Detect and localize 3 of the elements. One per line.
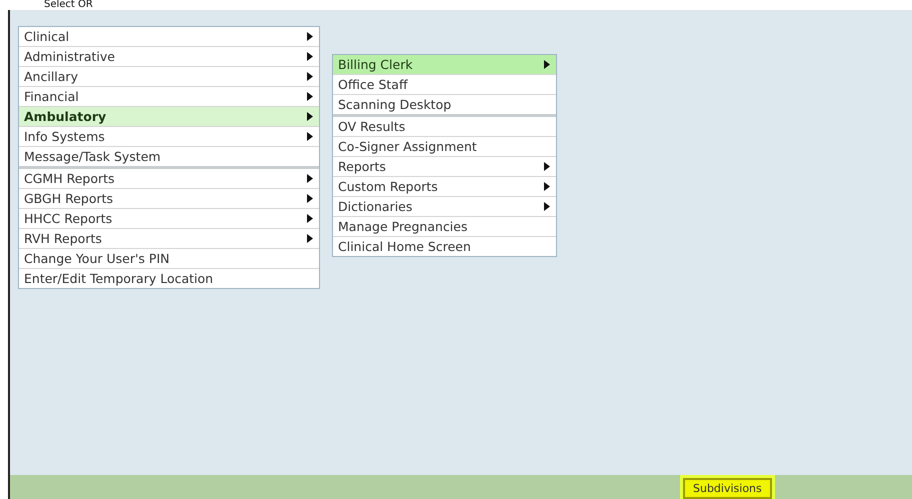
subdivisions-button[interactable]: Subdivisions xyxy=(683,478,772,499)
menu-item[interactable]: Billing Clerk xyxy=(333,55,556,75)
menu-item[interactable]: Ambulatory xyxy=(19,107,319,127)
